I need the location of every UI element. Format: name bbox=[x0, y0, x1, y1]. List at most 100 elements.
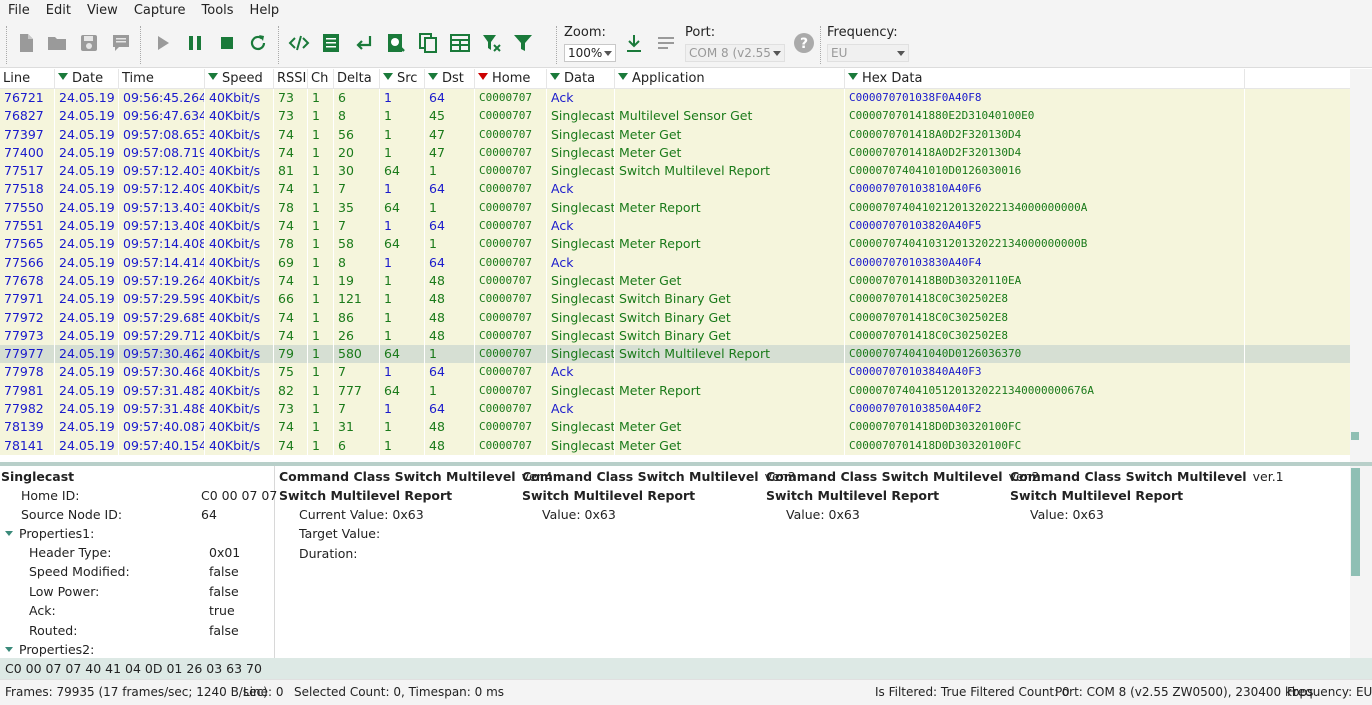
col-date[interactable]: Date bbox=[55, 69, 119, 89]
lines-icon[interactable] bbox=[653, 30, 679, 56]
comment-icon[interactable] bbox=[108, 30, 134, 56]
help-icon[interactable]: ? bbox=[791, 30, 817, 56]
scrollbar-thumb[interactable] bbox=[1351, 468, 1360, 576]
expand-icon[interactable] bbox=[5, 531, 13, 536]
cell-rssi: 73 bbox=[274, 400, 308, 419]
table-row[interactable]: 77566 24.05.19 09:57:14.414 40Kbit/s 69 1 8 1 64… bbox=[0, 253, 1350, 272]
cell-home: C0000707 bbox=[475, 217, 547, 236]
svg-text:?: ? bbox=[800, 36, 808, 52]
table-icon[interactable] bbox=[447, 30, 473, 56]
cell-ch: 1 bbox=[308, 400, 334, 419]
table-row[interactable]: 77978 24.05.19 09:57:30.468 40Kbit/s 75 1 7 1 64… bbox=[0, 363, 1350, 382]
filter-icon[interactable] bbox=[58, 73, 68, 80]
cell-ch: 1 bbox=[308, 235, 334, 254]
table-row[interactable]: 77981 24.05.19 09:57:31.482 40Kbit/s 82 1 777 6… bbox=[0, 381, 1350, 401]
table-row[interactable]: 76721 24.05.19 09:56:45.264 40Kbit/s 73 1 6 1 64… bbox=[0, 89, 1350, 108]
menu-capture[interactable]: Capture bbox=[126, 0, 194, 22]
save-icon[interactable] bbox=[76, 30, 102, 56]
menu-file[interactable]: File bbox=[0, 0, 38, 22]
cell-hex: C00007074041040D0126036370 bbox=[845, 345, 1245, 364]
filter-icon[interactable] bbox=[383, 73, 393, 80]
table-row[interactable]: 77550 24.05.19 09:57:13.403 40Kbit/s 78 1 35 64… bbox=[0, 198, 1350, 218]
col-time[interactable]: Time bbox=[119, 69, 205, 89]
clear-filter-icon[interactable] bbox=[479, 30, 505, 56]
table-row[interactable]: 77972 24.05.19 09:57:29.685 40Kbit/s 74 1 86 1 4… bbox=[0, 308, 1350, 327]
port-select[interactable]: COM 8 (v2.55 bbox=[685, 44, 785, 62]
table-row[interactable]: 77400 24.05.19 09:57:08.719 40Kbit/s 74 1 20 1 4… bbox=[0, 143, 1350, 163]
copy-icon[interactable] bbox=[415, 30, 441, 56]
properties1-node[interactable]: Properties1: bbox=[5, 524, 94, 543]
table-row[interactable]: 77982 24.05.19 09:57:31.488 40Kbit/s 73 1 7 1 64… bbox=[0, 400, 1350, 419]
col-src[interactable]: Src bbox=[380, 69, 425, 89]
menu-edit[interactable]: Edit bbox=[38, 0, 79, 22]
menu-tools[interactable]: Tools bbox=[194, 0, 242, 22]
col-data[interactable]: Data bbox=[547, 69, 615, 89]
filter-icon[interactable] bbox=[510, 30, 536, 56]
cell-data: Singlecast bbox=[547, 143, 615, 163]
cell-home: C0000707 bbox=[475, 89, 547, 108]
cell-speed: 40Kbit/s bbox=[205, 180, 274, 199]
table-row[interactable]: 77517 24.05.19 09:57:12.403 40Kbit/s 81 1 30 64… bbox=[0, 162, 1350, 181]
frequency-select[interactable]: EU bbox=[827, 44, 909, 62]
stop-icon[interactable] bbox=[214, 30, 240, 56]
restart-icon[interactable] bbox=[245, 30, 271, 56]
open-folder-icon[interactable] bbox=[44, 30, 70, 56]
command-class-name: Command Class Switch Multilevel bbox=[522, 469, 759, 484]
cell-home: C0000707 bbox=[475, 125, 547, 144]
col-application[interactable]: Application bbox=[615, 69, 845, 89]
filter-icon[interactable] bbox=[550, 73, 560, 80]
col-rssi[interactable]: RSSI bbox=[274, 69, 308, 89]
filter-icon[interactable] bbox=[618, 73, 628, 80]
scrollbar-thumb[interactable] bbox=[1351, 432, 1359, 440]
properties2-node[interactable]: Properties2: bbox=[5, 640, 94, 659]
report-field: Value: 0x63 bbox=[542, 507, 616, 522]
filter-icon[interactable] bbox=[848, 73, 858, 80]
table-row[interactable]: 77971 24.05.19 09:57:29.599 40Kbit/s 66 1 121 1… bbox=[0, 290, 1350, 309]
table-row[interactable]: 77977 24.05.19 09:57:30.462 40Kbit/s 79 1 580 6… bbox=[0, 345, 1350, 364]
filter-icon[interactable] bbox=[208, 73, 218, 80]
table-row[interactable]: 78141 24.05.19 09:57:40.154 40Kbit/s 74 1 6 1 48… bbox=[0, 436, 1350, 455]
cell-hex: C000070701418C0C302502E8 bbox=[845, 326, 1245, 346]
col-home[interactable]: Home bbox=[475, 69, 547, 89]
table-row[interactable]: 77397 24.05.19 09:57:08.653 40Kbit/s 74 1 56 1 4… bbox=[0, 125, 1350, 144]
search-document-icon[interactable] bbox=[383, 30, 409, 56]
home-id-label: Home ID: bbox=[21, 488, 80, 503]
table-row[interactable]: 78139 24.05.19 09:57:40.087 40Kbit/s 74 1 31 1 4… bbox=[0, 418, 1350, 437]
table-row[interactable]: 76827 24.05.19 09:56:47.634 40Kbit/s 73 1 8 1 45… bbox=[0, 107, 1350, 126]
command-class-view: Command Class Switch Multilevel ver.3 Swit… bbox=[522, 466, 796, 656]
col-ch[interactable]: Ch bbox=[308, 69, 334, 89]
status-filtered: Is Filtered: True Filtered Count: 0 bbox=[875, 685, 1070, 699]
col-delta[interactable]: Delta bbox=[334, 69, 380, 89]
cell-line: 78141 bbox=[0, 436, 55, 455]
filter-icon[interactable] bbox=[428, 73, 438, 80]
cell-app: Meter Get bbox=[615, 436, 845, 455]
table-row[interactable]: 77973 24.05.19 09:57:29.712 40Kbit/s 74 1 26 1 4… bbox=[0, 326, 1350, 346]
cell-home: C0000707 bbox=[475, 363, 547, 382]
new-file-icon[interactable] bbox=[13, 30, 39, 56]
menu-help[interactable]: Help bbox=[242, 0, 288, 22]
detail-scrollbar[interactable] bbox=[1350, 466, 1372, 658]
code-icon[interactable] bbox=[286, 30, 312, 56]
list-icon[interactable] bbox=[318, 30, 344, 56]
filter-active-icon[interactable] bbox=[478, 73, 488, 80]
grid-scrollbar[interactable] bbox=[1350, 69, 1372, 462]
download-icon[interactable] bbox=[621, 30, 647, 56]
table-row[interactable]: 77678 24.05.19 09:57:19.264 40Kbit/s 74 1 19 1 4… bbox=[0, 271, 1350, 291]
col-hex-data[interactable]: Hex Data bbox=[845, 69, 1245, 89]
table-row[interactable]: 77565 24.05.19 09:57:14.408 40Kbit/s 78 1 58 64… bbox=[0, 235, 1350, 254]
col-dst[interactable]: Dst bbox=[425, 69, 475, 89]
cell-dst: 1 bbox=[425, 345, 475, 364]
zoom-select[interactable]: 100% bbox=[564, 44, 616, 62]
cell-rssi: 74 bbox=[274, 436, 308, 455]
wrap-icon[interactable] bbox=[351, 30, 377, 56]
col-line[interactable]: Line bbox=[0, 69, 55, 89]
menu-view[interactable]: View bbox=[79, 0, 126, 22]
pause-icon[interactable] bbox=[182, 30, 208, 56]
table-row[interactable]: 77518 24.05.19 09:57:12.409 40Kbit/s 74 1 7 1 64… bbox=[0, 180, 1350, 199]
properties2-label: Properties2: bbox=[19, 642, 95, 657]
col-speed[interactable]: Speed bbox=[205, 69, 274, 89]
cell-app: Meter Report bbox=[615, 381, 845, 401]
table-row[interactable]: 77551 24.05.19 09:57:13.408 40Kbit/s 74 1 7 1 64… bbox=[0, 217, 1350, 236]
play-icon[interactable] bbox=[150, 30, 176, 56]
expand-icon[interactable] bbox=[5, 647, 13, 652]
